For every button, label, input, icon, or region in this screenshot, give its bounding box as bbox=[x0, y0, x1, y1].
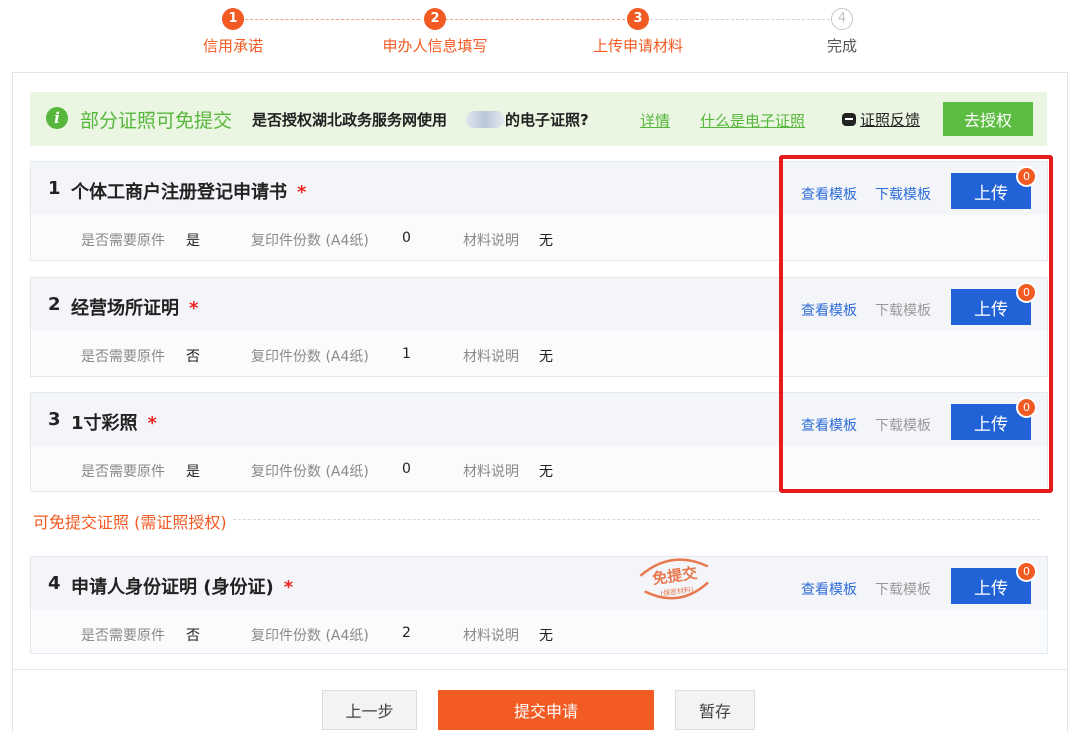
step-number: 3 bbox=[627, 8, 649, 30]
original-value: 否 bbox=[186, 349, 200, 365]
step-label: 上传申请材料 bbox=[592, 37, 683, 55]
description-value: 无 bbox=[539, 349, 553, 365]
copies-label: 复印件份数 (A4纸) bbox=[251, 349, 369, 365]
step-credit-promise: 1 信用承诺 bbox=[133, 8, 333, 56]
copies-label: 复印件份数 (A4纸) bbox=[251, 233, 369, 249]
original-value: 否 bbox=[186, 628, 200, 644]
material-index: 4 bbox=[48, 573, 61, 594]
step-complete: 4 完成 bbox=[742, 8, 942, 56]
step-label: 完成 bbox=[826, 37, 857, 55]
auth-question-suffix: 的电子证照? bbox=[505, 111, 589, 129]
e-license-auth-bar: i 部分证照可免提交 是否授权湖北政务服务网使用 的电子证照? 详情 什么是电子… bbox=[30, 92, 1047, 146]
info-icon: i bbox=[46, 107, 68, 129]
material-title: 1寸彩照 * bbox=[71, 409, 157, 435]
description-label: 材料说明 bbox=[463, 628, 519, 644]
material-title-text: 经营场所证明 bbox=[71, 298, 179, 319]
exempt-stamp-icon: 免提交 (保密材料) bbox=[639, 558, 709, 600]
original-label: 是否需要原件 bbox=[81, 233, 165, 249]
copies-value: 0 bbox=[402, 461, 411, 477]
redacted-name bbox=[466, 111, 504, 128]
copies-value: 2 bbox=[402, 625, 411, 641]
material-title: 申请人身份证明 (身份证) * bbox=[71, 573, 293, 599]
description-label: 材料说明 bbox=[463, 464, 519, 480]
stamp-subtext: (保密材料) bbox=[660, 585, 695, 599]
required-mark: * bbox=[297, 182, 307, 203]
material-title: 个体工商户注册登记申请书 * bbox=[71, 178, 306, 204]
description-value: 无 bbox=[539, 628, 553, 644]
step-applicant-info: 2 申办人信息填写 bbox=[335, 8, 535, 56]
previous-step-button[interactable]: 上一步 bbox=[322, 690, 417, 730]
upload-count-badge: 0 bbox=[1016, 561, 1037, 582]
form-footer: 上一步 提交申请 暂存 bbox=[13, 669, 1067, 732]
submit-application-button[interactable]: 提交申请 bbox=[438, 690, 654, 730]
step-number: 4 bbox=[831, 8, 853, 30]
material-title-text: 1寸彩照 bbox=[71, 413, 138, 434]
material-index: 1 bbox=[48, 178, 61, 199]
details-link[interactable]: 详情 bbox=[640, 110, 670, 131]
step-label: 信用承诺 bbox=[202, 37, 263, 55]
required-mark: * bbox=[283, 577, 294, 598]
material-index: 2 bbox=[48, 294, 61, 315]
description-label: 材料说明 bbox=[463, 233, 519, 249]
copies-label: 复印件份数 (A4纸) bbox=[251, 464, 369, 480]
copies-value: 1 bbox=[402, 346, 411, 362]
material-item: 4 申请人身份证明 (身份证) * 查看模板 下载模板 上传 0 是否需要原件 否… bbox=[30, 556, 1048, 654]
required-mark: * bbox=[147, 413, 157, 434]
step-number: 1 bbox=[222, 8, 244, 30]
description-value: 无 bbox=[539, 464, 553, 480]
download-template-link[interactable]: 下载模板 bbox=[875, 579, 931, 599]
view-template-link[interactable]: 查看模板 bbox=[801, 579, 857, 599]
original-label: 是否需要原件 bbox=[81, 464, 165, 480]
stamp-text: 免提交 bbox=[651, 564, 698, 588]
feedback-icon bbox=[842, 113, 856, 126]
required-mark: * bbox=[189, 298, 199, 319]
license-feedback-link[interactable]: 证照反馈 bbox=[860, 109, 920, 130]
material-title-text: 个体工商户注册登记申请书 bbox=[71, 182, 287, 203]
what-is-e-license-link[interactable]: 什么是电子证照 bbox=[700, 110, 805, 131]
original-label: 是否需要原件 bbox=[81, 628, 165, 644]
step-number: 2 bbox=[424, 8, 446, 30]
copies-label: 复印件份数 (A4纸) bbox=[251, 628, 369, 644]
description-value: 无 bbox=[539, 233, 553, 249]
materials-panel: i 部分证照可免提交 是否授权湖北政务服务网使用 的电子证照? 详情 什么是电子… bbox=[12, 72, 1068, 732]
material-title: 经营场所证明 * bbox=[71, 294, 198, 320]
material-detail-row: 是否需要原件 否 复印件份数 (A4纸) 2 材料说明 无 bbox=[31, 610, 1047, 653]
save-draft-button[interactable]: 暂存 bbox=[675, 690, 755, 730]
original-value: 是 bbox=[186, 464, 200, 480]
material-title-text: 申请人身份证明 (身份证) bbox=[71, 577, 274, 598]
step-upload-materials: 3 上传申请材料 bbox=[538, 8, 738, 56]
description-label: 材料说明 bbox=[463, 349, 519, 365]
exempt-section-label: 可免提交证照 (需证照授权) bbox=[33, 509, 233, 533]
step-label: 申办人信息填写 bbox=[382, 37, 488, 55]
auth-question-prefix: 是否授权湖北政务服务网使用 bbox=[252, 111, 448, 129]
highlight-box bbox=[779, 155, 1053, 493]
progress-stepper: 1 信用承诺 2 申办人信息填写 3 上传申请材料 4 完成 bbox=[0, 0, 1080, 70]
authorize-button[interactable]: 去授权 bbox=[943, 102, 1033, 136]
original-label: 是否需要原件 bbox=[81, 349, 165, 365]
copies-value: 0 bbox=[402, 230, 411, 246]
auth-headline: 部分证照可免提交 bbox=[80, 110, 233, 132]
original-value: 是 bbox=[186, 233, 200, 249]
material-index: 3 bbox=[48, 409, 61, 430]
